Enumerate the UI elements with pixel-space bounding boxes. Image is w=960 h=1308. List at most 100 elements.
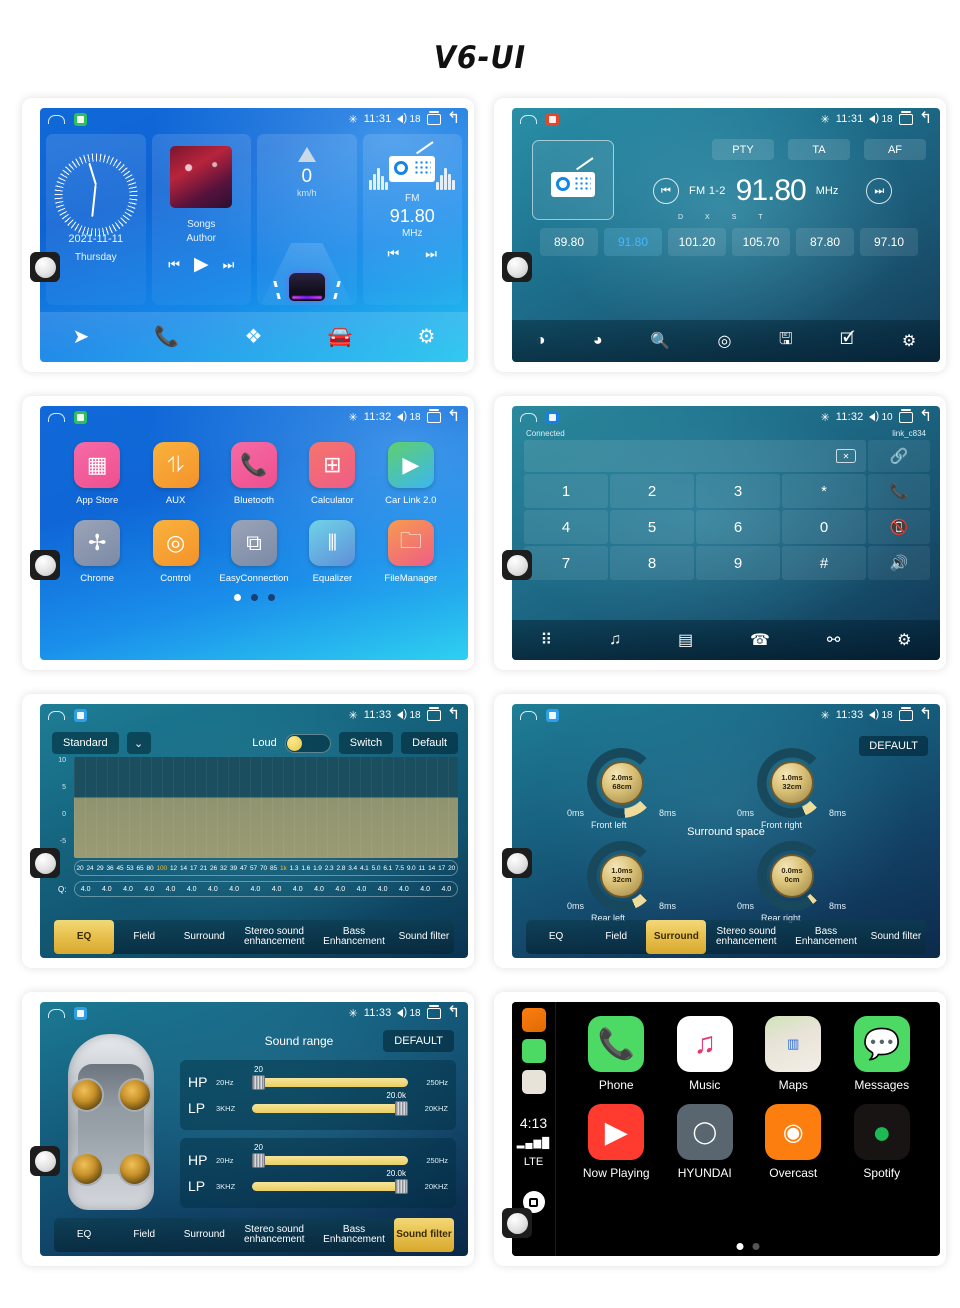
link-icon[interactable]: 🔗: [868, 440, 930, 472]
settings-icon[interactable]: ⚙: [418, 327, 436, 347]
disconnect-icon[interactable]: ⚯: [827, 630, 840, 650]
play-button[interactable]: ▶: [194, 253, 209, 276]
carplay-app-maps[interactable]: ▥ Maps: [749, 1016, 838, 1092]
app-item-filemanager[interactable]: 🗀 FileManager: [372, 520, 450, 584]
app-badge-icon[interactable]: [546, 112, 559, 126]
stereo-icon[interactable]: ◕: [593, 332, 603, 350]
filter-slider-lp[interactable]: 20.0k: [252, 1091, 408, 1116]
home-icon[interactable]: [48, 114, 65, 124]
tab-sound-filter[interactable]: Sound filter: [866, 920, 926, 954]
tab-field[interactable]: Field: [114, 920, 174, 954]
recents-icon[interactable]: [426, 408, 441, 423]
clock-widget[interactable]: 2021-11-11 Thursday: [46, 134, 146, 305]
af-button[interactable]: AF: [864, 139, 926, 160]
home-icon[interactable]: [48, 710, 65, 720]
key-4[interactable]: 4: [524, 510, 608, 544]
backspace-icon[interactable]: ✕: [836, 449, 856, 463]
speed-widget[interactable]: 0 km/h: [257, 134, 357, 305]
app-badge-icon[interactable]: [74, 410, 87, 424]
default-button[interactable]: DEFAULT: [859, 736, 928, 756]
radio-next-button[interactable]: ⏭: [425, 246, 437, 262]
call-log-icon[interactable]: ☎: [750, 630, 770, 650]
recents-icon[interactable]: [898, 110, 913, 125]
page-dot[interactable]: [250, 594, 258, 601]
app-item-aux[interactable]: ⥮ AUX: [136, 442, 214, 506]
back-icon[interactable]: ↱: [447, 110, 460, 127]
carplay-app-overcast[interactable]: ◉ Overcast: [749, 1104, 838, 1180]
navigation-icon[interactable]: ➤: [73, 327, 90, 347]
default-button[interactable]: Default: [401, 732, 458, 754]
tab-eq[interactable]: EQ: [54, 920, 115, 954]
tab-stereo-sound-enhancement[interactable]: Stereo sound enhancement: [706, 920, 786, 954]
phone-number-input[interactable]: ✕: [524, 440, 866, 472]
app-badge-icon[interactable]: [74, 1006, 87, 1020]
prev-track-button[interactable]: ⏮: [168, 257, 180, 273]
recents-icon[interactable]: [426, 110, 441, 125]
carplay-app-hyundai[interactable]: ◯ HYUNDAI: [661, 1104, 750, 1180]
page-dot[interactable]: [267, 594, 275, 601]
preset-1[interactable]: 89.80: [540, 228, 598, 256]
volume-knob[interactable]: [502, 252, 532, 282]
key-5[interactable]: 5: [610, 510, 694, 544]
filter-slider-lp[interactable]: 20.0k: [252, 1169, 408, 1194]
app-item-chrome[interactable]: ✢ Chrome: [58, 520, 136, 584]
page-dot[interactable]: [233, 594, 241, 601]
back-icon[interactable]: ↱: [919, 408, 932, 425]
volume-knob[interactable]: [502, 1208, 532, 1238]
ta-button[interactable]: TA: [788, 139, 850, 160]
recents-icon[interactable]: [426, 1004, 441, 1019]
hangup-icon[interactable]: 📵: [868, 510, 930, 544]
tab-stereo-sound-enhancement[interactable]: Stereo sound enhancement: [234, 1218, 314, 1252]
key-9[interactable]: 9: [696, 546, 780, 580]
q-values[interactable]: 4.0 4.0 4.0 4.0 4.0 4.0 4.0 4.0 4.0 4.0 4.0 4.0 4.0 4…: [74, 881, 458, 897]
volume-knob[interactable]: [502, 550, 532, 580]
knob-rear-right[interactable]: 0.0ms 0cm 0ms 8ms Rear right: [737, 841, 846, 923]
key-star[interactable]: *: [782, 474, 866, 508]
dialpad-icon[interactable]: ⠿: [540, 630, 552, 650]
tab-bass-enhancement[interactable]: Bass Enhancement: [314, 1218, 394, 1252]
tab-sound-filter[interactable]: Sound filter: [393, 1218, 455, 1252]
preset-selector[interactable]: Standard: [52, 732, 119, 754]
volume-knob[interactable]: [30, 550, 60, 580]
frequency-scale[interactable]: 20 24 29 36 45 53 65 80 100 12 14 17 21 26 32 39 47 57 70 8…: [74, 860, 458, 876]
recents-icon[interactable]: [898, 408, 913, 423]
home-icon[interactable]: [48, 412, 65, 422]
carplay-app-phone[interactable]: 📞 Phone: [572, 1016, 661, 1092]
app-item-bluetooth[interactable]: 📞 Bluetooth: [215, 442, 293, 506]
app-item-control[interactable]: ◎ Control: [136, 520, 214, 584]
speaker-icon[interactable]: 🔊: [868, 546, 930, 580]
back-icon[interactable]: ↱: [919, 110, 932, 127]
scan-icon[interactable]: ◎: [718, 331, 732, 351]
app-item-car-link[interactable]: ▶ Car Link 2.0: [372, 442, 450, 506]
radio-prev-button[interactable]: ⏮: [388, 246, 400, 262]
tab-field[interactable]: Field: [114, 1218, 174, 1252]
home-icon[interactable]: [520, 710, 537, 720]
back-icon[interactable]: ↱: [447, 706, 460, 723]
volume-knob[interactable]: [30, 848, 60, 878]
filter-slider-hp[interactable]: 20: [252, 1065, 408, 1090]
key-0[interactable]: 0: [782, 510, 866, 544]
contacts-icon[interactable]: ▤: [678, 630, 693, 650]
overcast-icon[interactable]: [521, 1008, 546, 1032]
tab-eq[interactable]: EQ: [526, 920, 586, 954]
app-badge-icon[interactable]: [74, 112, 87, 126]
knob-rear-left[interactable]: 1.0ms 32cm 0ms 8ms Rear left: [567, 841, 676, 923]
carplay-app-now-playing[interactable]: ▶ Now Playing: [572, 1104, 661, 1180]
tab-bass-enhancement[interactable]: Bass Enhancement: [786, 920, 866, 954]
volume-knob[interactable]: [30, 1146, 60, 1176]
carplay-app-messages[interactable]: 💬 Messages: [838, 1016, 927, 1092]
knob-front-right[interactable]: 1.0ms 32cm 0ms 8ms Front right: [737, 748, 846, 830]
tab-field[interactable]: Field: [586, 920, 646, 954]
preset-4[interactable]: 105.70: [732, 228, 790, 256]
apps-icon[interactable]: ❖: [244, 327, 262, 347]
maps-icon[interactable]: [521, 1070, 546, 1094]
loud-toggle[interactable]: [284, 733, 331, 753]
app-badge-icon[interactable]: [74, 708, 87, 722]
key-7[interactable]: 7: [524, 546, 608, 580]
key-3[interactable]: 3: [696, 474, 780, 508]
page-dot[interactable]: [736, 1243, 744, 1250]
home-icon[interactable]: [48, 1008, 65, 1018]
filter-slider-hp[interactable]: 20: [252, 1143, 408, 1168]
tab-eq[interactable]: EQ: [54, 1218, 114, 1252]
next-track-button[interactable]: ⏭: [223, 257, 235, 273]
